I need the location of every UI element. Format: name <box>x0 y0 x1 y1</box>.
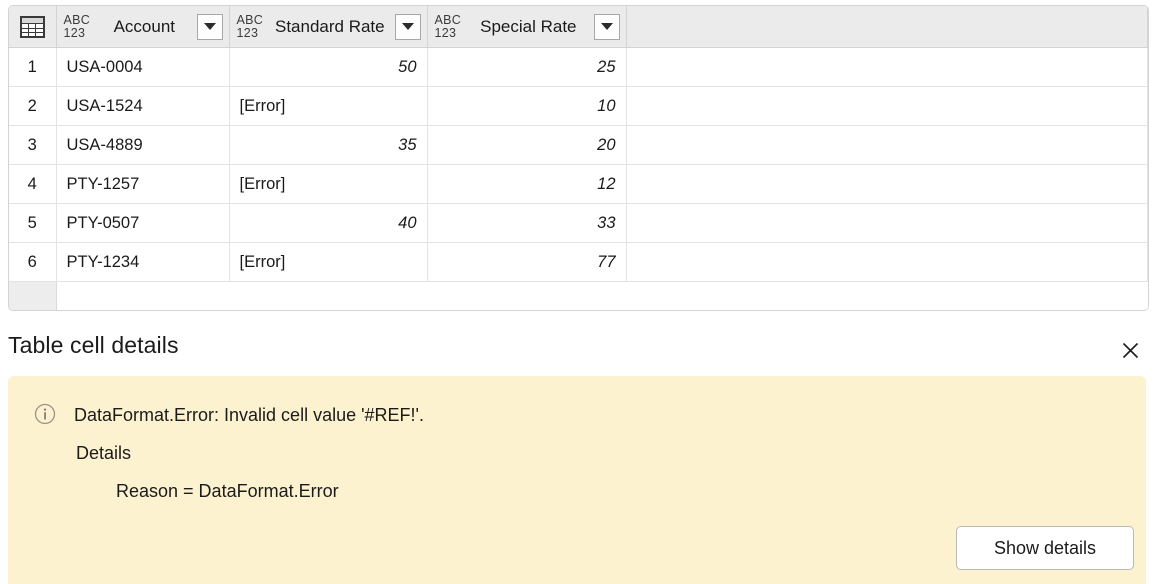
column-header-label: Special Rate <box>480 16 577 36</box>
chevron-down-icon <box>401 23 414 30</box>
close-button[interactable] <box>1115 335 1145 365</box>
row-filler <box>626 203 1148 243</box>
close-icon <box>1122 342 1138 358</box>
table-row[interactable]: 4 PTY-1257 [Error] 12 <box>9 164 1148 204</box>
row-number: 1 <box>9 47 57 87</box>
grid-corner-header[interactable] <box>9 6 57 48</box>
row-filler <box>626 281 1148 310</box>
type-indicator-any-icon[interactable]: ABC 123 <box>64 14 91 39</box>
column-header-standard-rate[interactable]: ABC 123 Standard Rate <box>229 6 428 48</box>
error-message-bar: DataFormat.Error: Invalid cell value '#R… <box>8 376 1146 584</box>
cell-account[interactable]: USA-4889 <box>56 125 230 165</box>
type-badge-bottom: 123 <box>63 25 86 40</box>
column-filter-button-special-rate[interactable] <box>593 13 620 40</box>
cell-empty <box>427 281 626 310</box>
table-row[interactable]: 6 PTY-1234 [Error] 77 <box>9 242 1148 282</box>
row-filler <box>626 47 1148 87</box>
cell-standard-rate[interactable]: 40 <box>229 203 428 243</box>
column-header-label: Standard Rate <box>274 16 385 36</box>
page-title: Table cell details <box>8 332 179 358</box>
table-row[interactable]: 3 USA-4889 35 20 <box>9 125 1148 165</box>
table-body: 1 USA-0004 50 25 2 USA-1524 [Error] 10 3… <box>9 47 1148 310</box>
table-cell-details-pane: Table cell details DataFormat.Error: Inv… <box>0 320 1157 584</box>
type-badge-top: ABC <box>63 13 91 27</box>
cell-special-rate[interactable]: 20 <box>427 125 627 165</box>
type-badge-bottom: 123 <box>236 25 259 40</box>
cell-standard-rate-error[interactable]: [Error] <box>229 242 428 282</box>
cell-empty <box>56 281 229 310</box>
info-icon <box>34 403 56 425</box>
cell-account[interactable]: PTY-1257 <box>56 164 230 204</box>
column-header-special-rate[interactable]: ABC 123 Special Rate <box>427 6 627 48</box>
row-number-empty <box>9 281 57 310</box>
data-preview-grid[interactable]: ABC 123 Account ABC 123 Standard Rate AB… <box>8 5 1149 311</box>
row-number: 2 <box>9 86 57 126</box>
column-filter-button-standard-rate[interactable] <box>394 13 421 40</box>
row-filler <box>626 86 1148 126</box>
row-number: 5 <box>9 203 57 243</box>
cell-account[interactable]: PTY-1234 <box>56 242 230 282</box>
table-row[interactable]: 1 USA-0004 50 25 <box>9 47 1148 87</box>
type-indicator-any-icon[interactable]: ABC 123 <box>435 14 462 39</box>
cell-account[interactable]: USA-1524 <box>56 86 230 126</box>
cell-special-rate[interactable]: 25 <box>427 47 627 87</box>
row-filler <box>626 242 1148 282</box>
cell-standard-rate[interactable]: 35 <box>229 125 428 165</box>
error-details-label: Details <box>76 443 132 463</box>
cell-account[interactable]: USA-0004 <box>56 47 230 87</box>
row-number: 6 <box>9 242 57 282</box>
type-indicator-any-icon[interactable]: ABC 123 <box>237 14 264 39</box>
type-badge-bottom: 123 <box>434 25 457 40</box>
table-row-empty <box>9 281 1148 310</box>
details-header: Table cell details <box>0 320 1157 376</box>
cell-standard-rate-error[interactable]: [Error] <box>229 86 428 126</box>
cell-standard-rate-error-selected[interactable]: [Error] <box>229 164 428 204</box>
cell-special-rate[interactable]: 77 <box>427 242 627 282</box>
cell-special-rate[interactable]: 10 <box>427 86 627 126</box>
column-header-label: Account <box>113 16 176 36</box>
table-row[interactable]: 2 USA-1524 [Error] 10 <box>9 86 1148 126</box>
chevron-down-icon <box>203 23 216 30</box>
preview-table: ABC 123 Account ABC 123 Standard Rate AB… <box>9 6 1148 310</box>
error-message-text: DataFormat.Error: Invalid cell value '#R… <box>74 396 1122 510</box>
type-badge-top: ABC <box>434 13 462 27</box>
table-header-row: ABC 123 Account ABC 123 Standard Rate AB… <box>9 6 1148 48</box>
cell-special-rate[interactable]: 12 <box>427 164 627 204</box>
cell-standard-rate[interactable]: 50 <box>229 47 428 87</box>
show-details-button[interactable]: Show details <box>956 526 1134 570</box>
column-filter-button-account[interactable] <box>196 13 223 40</box>
cell-empty <box>229 281 427 310</box>
row-number: 4 <box>9 164 57 204</box>
table-icon <box>19 15 45 38</box>
column-header-account[interactable]: ABC 123 Account <box>56 6 230 48</box>
error-summary: DataFormat.Error: Invalid cell value '#R… <box>74 405 424 425</box>
chevron-down-icon <box>600 23 613 30</box>
error-reason: Reason = DataFormat.Error <box>116 481 339 501</box>
cell-special-rate[interactable]: 33 <box>427 203 627 243</box>
type-badge-top: ABC <box>236 13 264 27</box>
cell-account[interactable]: PTY-0507 <box>56 203 230 243</box>
header-filler <box>626 6 1148 48</box>
row-filler <box>626 164 1148 204</box>
row-filler <box>626 125 1148 165</box>
table-row[interactable]: 5 PTY-0507 40 33 <box>9 203 1148 243</box>
row-number: 3 <box>9 125 57 165</box>
